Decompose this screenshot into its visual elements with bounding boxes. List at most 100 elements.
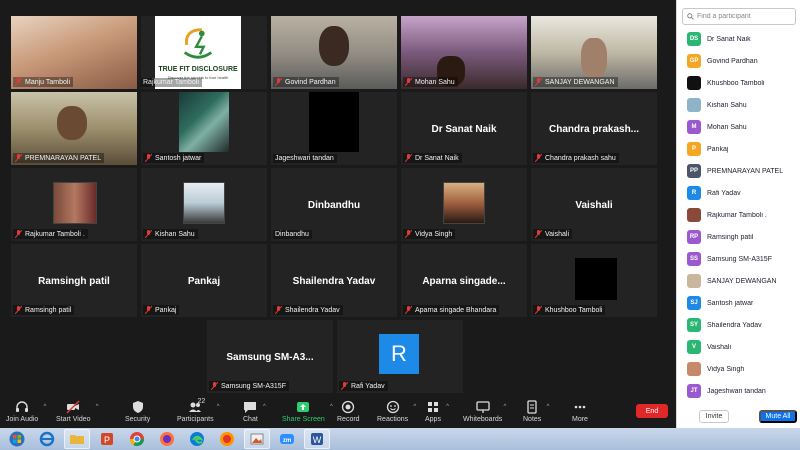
mute-all-button[interactable]: Mute All: [759, 409, 797, 423]
video-tile-sanjay-dewangan[interactable]: SANJAY DEWANGAN: [531, 16, 657, 89]
participant-list-item[interactable]: SY Shailendra Yadav: [677, 314, 800, 336]
taskbar-firefox[interactable]: [154, 429, 180, 449]
mic-muted-icon: [405, 154, 412, 162]
video-tile-ramsingh-patil[interactable]: Ramsingh patil Ramsingh patil: [11, 244, 137, 317]
chevron-up-icon[interactable]: ^: [263, 404, 266, 410]
participant-list-item[interactable]: V Vaishali: [677, 336, 800, 358]
video-tile-aparna-singade-bhandara[interactable]: Aparna singade... Aparna singade Bhandar…: [401, 244, 527, 317]
folder-icon: [70, 435, 84, 444]
end-meeting-button[interactable]: End: [636, 404, 668, 418]
video-tile-vaishali[interactable]: Vaishali Vaishali: [531, 168, 657, 241]
video-tile-manju-tamboli[interactable]: Manju Tamboli: [11, 16, 137, 89]
participant-list-item[interactable]: SANJAY DEWANGAN: [677, 270, 800, 292]
chevron-up-icon[interactable]: ^: [217, 404, 220, 410]
chevron-up-icon[interactable]: ^: [503, 404, 506, 410]
participant-label: Samsung SM-A315F: [209, 381, 289, 391]
participant-list-name: Vaishali: [707, 343, 731, 351]
join-audio-button[interactable]: Join Audio ^: [6, 398, 46, 428]
video-tile-samsung-sm-a315f[interactable]: Samsung SM-A3... Samsung SM-A315F: [207, 320, 333, 393]
notes-label: Notes: [523, 416, 542, 423]
participant-list-name: Dr Sanat Naik: [707, 35, 751, 43]
internet-explorer-icon: [39, 431, 55, 447]
mic-muted-icon: [145, 154, 152, 162]
taskbar-chrome[interactable]: [124, 429, 150, 449]
video-tile-rafi-yadav[interactable]: R Rafi Yadav: [337, 320, 463, 393]
chevron-up-icon[interactable]: ^: [330, 404, 333, 410]
reactions-button[interactable]: Reactions ^: [377, 398, 416, 428]
participants-button[interactable]: 22 Participants ^: [177, 398, 220, 428]
taskbar-zoom[interactable]: zm: [274, 429, 300, 449]
participant-search-input[interactable]: [697, 13, 793, 20]
video-tile-khushboo-tamboli[interactable]: Khushboo Tamboli: [531, 244, 657, 317]
participant-list-item[interactable]: DS Dr Sanat Naik: [677, 28, 800, 50]
video-tile-chandra-prakash-sahu[interactable]: Chandra prakash... Chandra prakash sahu: [531, 92, 657, 165]
participant-list-item[interactable]: Rajkumar Tamboli .: [677, 204, 800, 226]
participant-list-item[interactable]: SJ Santosh jatwar: [677, 292, 800, 314]
start-button[interactable]: [4, 429, 30, 449]
participant-name: Rajkumar Tamboli: [143, 79, 199, 86]
meeting-toolbar: Join Audio ^ Start Video ^ Security 22 P…: [0, 396, 676, 428]
participant-list-item[interactable]: R Rafi Yadav: [677, 182, 800, 204]
video-tile-dr-sanat-naik[interactable]: Dr Sanat Naik Dr Sanat Naik: [401, 92, 527, 165]
avatar: SY: [687, 318, 701, 332]
video-tile-mohan-sahu[interactable]: Mohan Sahu: [401, 16, 527, 89]
notes-button[interactable]: Notes ^: [523, 398, 549, 428]
video-tile-shailendra-yadav[interactable]: Shailendra Yadav Shailendra Yadav: [271, 244, 397, 317]
participant-label: Jageshwari tandan: [273, 154, 337, 163]
video-tile-dinbandhu[interactable]: Dinbandhu Dinbandhu: [271, 168, 397, 241]
participant-list-item[interactable]: Vidya Singh: [677, 358, 800, 380]
participant-list-item[interactable]: PP PREMNARAYAN PATEL: [677, 160, 800, 182]
participant-search-box: [682, 8, 796, 25]
whiteboards-button[interactable]: Whiteboards ^: [463, 398, 506, 428]
participant-name: Mohan Sahu: [415, 78, 455, 86]
chevron-up-icon[interactable]: ^: [546, 404, 549, 410]
invite-button[interactable]: Invite: [699, 409, 729, 423]
participant-display-name: Ramsingh patil: [38, 276, 110, 287]
video-tile-pankaj[interactable]: Pankaj Pankaj: [141, 244, 267, 317]
chat-button[interactable]: Chat ^: [243, 398, 266, 428]
participant-name: Santosh jatwar: [155, 154, 202, 162]
taskbar-edge[interactable]: [184, 429, 210, 449]
record-icon: [342, 400, 355, 414]
participant-list-item[interactable]: RP Ramsingh patil: [677, 226, 800, 248]
chevron-up-icon[interactable]: ^: [96, 404, 99, 410]
more-button[interactable]: More: [572, 398, 588, 428]
word-icon: W: [311, 433, 323, 445]
taskbar-file-explorer[interactable]: [64, 429, 90, 449]
video-tile-premnarayan-patel[interactable]: PREMNARAYAN PATEL: [11, 92, 137, 165]
taskbar-photos[interactable]: [244, 429, 270, 449]
participant-list-item[interactable]: GP Govind Pardhan: [677, 50, 800, 72]
participant-list-item[interactable]: P Pankaj: [677, 138, 800, 160]
video-tile-govind-pardhan[interactable]: Govind Pardhan: [271, 16, 397, 89]
chevron-up-icon[interactable]: ^: [446, 404, 449, 410]
mic-muted-icon: [15, 154, 22, 162]
participant-list-item[interactable]: Kishan Sahu: [677, 94, 800, 116]
chevron-up-icon[interactable]: ^: [413, 404, 416, 410]
apps-button[interactable]: Apps ^: [425, 398, 449, 428]
taskbar-firefox-alt[interactable]: [214, 429, 240, 449]
video-tile-santosh-jatwar[interactable]: Santosh jatwar: [141, 92, 267, 165]
start-video-button[interactable]: Start Video ^: [56, 398, 99, 428]
video-tile-kishan-sahu[interactable]: Kishan Sahu: [141, 168, 267, 241]
taskbar-powerpoint[interactable]: P: [94, 429, 120, 449]
participant-list-name: Khushboo Tamboli: [707, 79, 765, 87]
participant-list-item[interactable]: JT Jageshwari tandan: [677, 380, 800, 402]
taskbar-internet-explorer[interactable]: [34, 429, 60, 449]
participant-label: Mohan Sahu: [403, 77, 458, 87]
participant-name: Kishan Sahu: [155, 230, 195, 238]
taskbar-word[interactable]: W: [304, 429, 330, 449]
chevron-up-icon[interactable]: ^: [43, 404, 46, 410]
security-button[interactable]: Security: [125, 398, 150, 428]
video-feed: [179, 92, 229, 152]
participant-list-item[interactable]: M Mohan Sahu: [677, 116, 800, 138]
share-screen-icon: [297, 402, 310, 412]
video-tile-rajkumar-tamboli[interactable]: TRUE FIT DISCLOSURE Discover the secrets…: [141, 16, 267, 89]
video-tile-vidya-singh[interactable]: Vidya Singh: [401, 168, 527, 241]
video-tile-rajkumar-tamboli-2[interactable]: Rajkumar Tamboli .: [11, 168, 137, 241]
record-button[interactable]: Record: [337, 398, 360, 428]
participant-list-item[interactable]: Khushboo Tamboli: [677, 72, 800, 94]
video-tile-jageshwari-tandan[interactable]: Jageshwari tandan: [271, 92, 397, 165]
share-screen-button[interactable]: Share Screen ^: [282, 398, 333, 428]
mic-muted-icon: [15, 230, 22, 238]
participant-list-item[interactable]: SS Samsung SM-A315F: [677, 248, 800, 270]
